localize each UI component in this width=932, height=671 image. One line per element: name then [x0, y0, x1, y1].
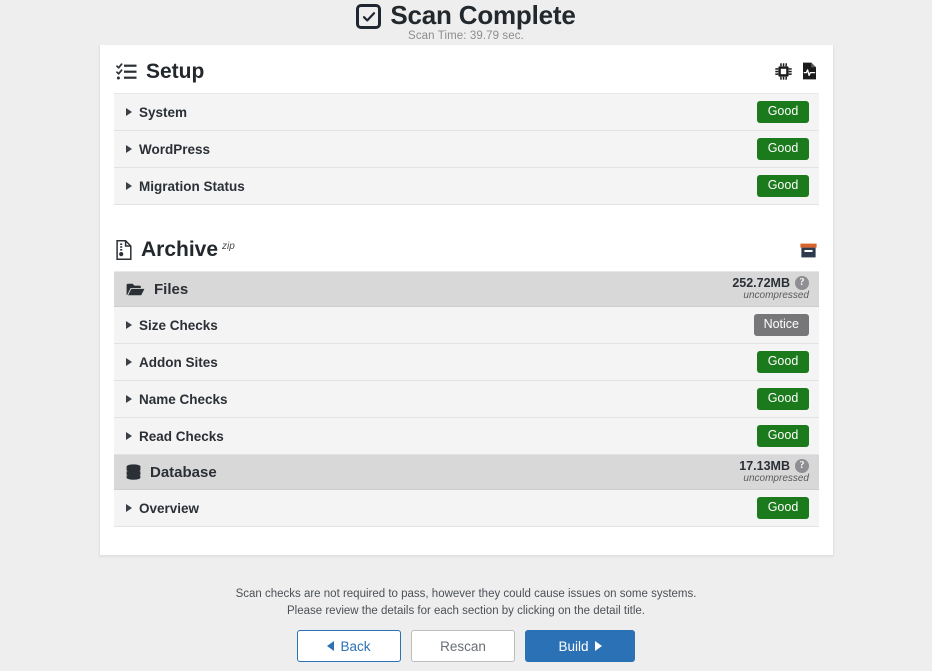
help-circle-icon[interactable]: ?	[795, 459, 809, 474]
setup-row-wordpress[interactable]: WordPress Good	[114, 131, 819, 168]
chevron-right-icon	[126, 321, 132, 329]
row-label: Size Checks	[139, 317, 218, 333]
arrow-left-icon	[327, 641, 335, 651]
database-size-note: uncompressed	[743, 473, 809, 485]
row-left: Overview	[126, 501, 199, 516]
status-badge: Good	[757, 175, 809, 197]
files-size-line: 252.72MB ?	[732, 275, 809, 291]
archive-row-overview[interactable]: Overview Good	[114, 490, 819, 527]
row-label: Overview	[139, 500, 200, 516]
chevron-right-icon	[126, 182, 132, 190]
archive-title-group: Archive zip	[116, 239, 235, 260]
chevron-right-icon	[126, 145, 132, 153]
scan-header: Scan Complete Scan Time: 39.79 sec.	[0, 0, 932, 42]
archive-format-superscript: zip	[222, 241, 235, 252]
file-zipper-icon	[116, 239, 132, 260]
build-button[interactable]: Build	[525, 630, 635, 662]
setup-rows: System Good WordPress Good Migration Sta…	[114, 94, 819, 205]
chevron-right-icon	[126, 504, 132, 512]
microchip-icon[interactable]	[775, 62, 792, 80]
list-check-icon	[116, 62, 137, 81]
archive-title-text: Archive	[141, 238, 219, 261]
row-left: System	[126, 105, 187, 120]
archive-header-actions	[800, 243, 817, 260]
row-left: Addon Sites	[126, 355, 218, 370]
checkbox-checked-icon	[356, 4, 382, 30]
row-left: Size Checks	[126, 318, 218, 333]
setup-section-header: Setup	[114, 45, 819, 94]
action-buttons: Back Rescan Build	[0, 630, 932, 662]
status-badge: Notice	[753, 314, 809, 336]
scan-title-row: Scan Complete	[0, 0, 932, 30]
scan-results-page: Scan Complete Scan Time: 39.79 sec. Setu…	[0, 0, 932, 671]
setup-row-system[interactable]: System Good	[114, 94, 819, 131]
archive-group-files: Files 252.72MB ? uncompressed	[114, 272, 819, 307]
archive-section-title: Archive zip	[141, 239, 235, 260]
build-button-label: Build	[558, 638, 589, 654]
row-label: System	[139, 104, 188, 120]
folder-open-icon	[126, 282, 145, 297]
page-title: Scan Complete	[390, 0, 576, 30]
files-size-note: uncompressed	[743, 290, 809, 302]
results-card: Setup System Good WordPress Good Migrati…	[99, 45, 834, 556]
chevron-right-icon	[126, 395, 132, 403]
chevron-right-icon	[126, 358, 132, 366]
row-left: Name Checks	[126, 392, 228, 407]
row-left: Database	[126, 464, 217, 481]
footer-note: Scan checks are not required to pass, ho…	[0, 586, 932, 619]
back-button-label: Back	[340, 638, 371, 654]
setup-header-actions	[775, 62, 817, 82]
row-label: WordPress	[139, 141, 211, 157]
files-size-block: 252.72MB ? uncompressed	[732, 276, 809, 302]
status-badge: Good	[757, 101, 809, 123]
group-label: Database	[150, 463, 217, 481]
row-label: Migration Status	[139, 178, 245, 194]
archive-rows: Files 252.72MB ? uncompressed Size Check…	[114, 272, 819, 527]
back-button[interactable]: Back	[297, 630, 401, 662]
arrow-right-icon	[594, 641, 602, 651]
status-badge: Good	[757, 388, 809, 410]
row-label: Read Checks	[139, 428, 224, 444]
row-left: Read Checks	[126, 429, 224, 444]
database-icon	[126, 464, 141, 480]
footer-note-line2: Please review the details for each secti…	[287, 604, 645, 617]
status-badge: Good	[757, 497, 809, 519]
scan-time-label: Scan Time: 39.79 sec.	[408, 30, 524, 43]
row-label: Name Checks	[139, 391, 228, 407]
row-label: Addon Sites	[139, 354, 218, 370]
archive-row-name-checks[interactable]: Name Checks Good	[114, 381, 819, 418]
help-circle-icon[interactable]: ?	[795, 276, 809, 291]
database-size-value: 17.13MB	[739, 458, 790, 473]
row-left: WordPress	[126, 142, 210, 157]
archive-row-read-checks[interactable]: Read Checks Good	[114, 418, 819, 455]
row-left: Migration Status	[126, 179, 245, 194]
setup-title-group: Setup	[116, 61, 204, 82]
chevron-right-icon	[126, 108, 132, 116]
file-waveform-icon[interactable]	[802, 62, 817, 80]
setup-row-migration-status[interactable]: Migration Status Good	[114, 168, 819, 205]
chevron-right-icon	[126, 432, 132, 440]
archive-row-addon-sites[interactable]: Addon Sites Good	[114, 344, 819, 381]
database-size-block: 17.13MB ? uncompressed	[739, 459, 809, 485]
status-badge: Good	[757, 425, 809, 447]
box-archive-icon[interactable]	[800, 243, 817, 258]
rescan-button-label: Rescan	[440, 638, 486, 654]
status-badge: Good	[757, 351, 809, 373]
setup-section-title: Setup	[146, 60, 205, 83]
archive-row-size-checks[interactable]: Size Checks Notice	[114, 307, 819, 344]
group-label: Files	[154, 280, 189, 298]
database-size-line: 17.13MB ?	[739, 458, 809, 474]
row-left: Files	[126, 281, 188, 298]
files-size-value: 252.72MB	[732, 275, 790, 290]
archive-group-database: Database 17.13MB ? uncompressed	[114, 455, 819, 490]
archive-section-header: Archive zip	[114, 223, 819, 272]
status-badge: Good	[757, 138, 809, 160]
footer-note-line1: Scan checks are not required to pass, ho…	[235, 588, 697, 600]
rescan-button[interactable]: Rescan	[411, 630, 515, 662]
